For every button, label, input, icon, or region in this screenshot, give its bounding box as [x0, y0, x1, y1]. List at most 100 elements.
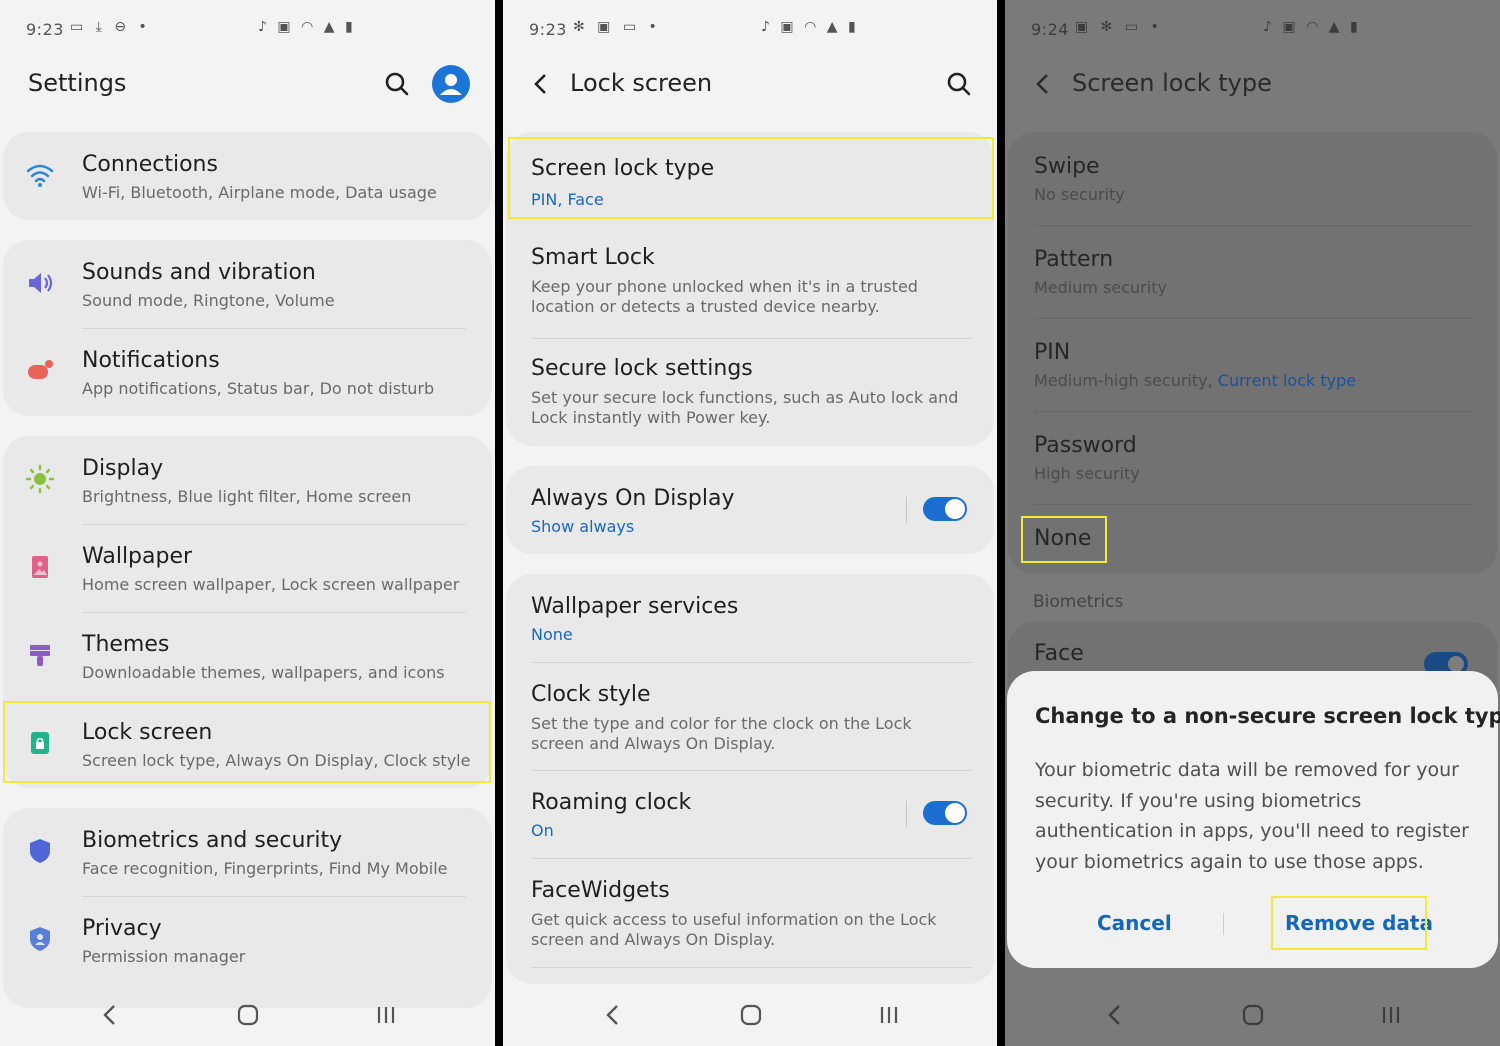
app-bar: Screen lock type	[1005, 60, 1500, 110]
dialog-body: Your biometric data will be removed for …	[1035, 759, 1469, 873]
highlight-remove-data	[1271, 896, 1427, 950]
volume-icon	[25, 268, 55, 298]
settings-item-themes[interactable]: Themes Downloadable themes, wallpapers, …	[3, 612, 492, 700]
roaming-clock-toggle[interactable]	[923, 801, 967, 825]
app-bar: Settings	[0, 60, 495, 110]
settings-panel: 9:23 ▭ ⤓ ⊖ • ♪ ▣ ◠ ▲ ▮ Settings Connecti…	[0, 0, 495, 1046]
section-header-biometrics: Biometrics	[1033, 592, 1124, 612]
privacy-shield-icon	[25, 924, 55, 954]
highlight-screen-lock-type	[508, 137, 994, 219]
item-subtitle: Downloadable themes, wallpapers, and ico…	[82, 663, 445, 682]
highlight-lock-screen	[3, 701, 491, 783]
settings-item-display[interactable]: Display Brightness, Blue light filter, H…	[3, 436, 492, 524]
status-bar: 9:24 ▣ ✻ ▭ • ♪ ▣ ◠ ▲ ▮	[1031, 18, 1474, 42]
lock-item-always-on-display[interactable]: Always On Display Show always	[506, 466, 994, 554]
pin-security-level: Medium-high security,	[1034, 371, 1218, 390]
status-time: 9:23	[26, 20, 64, 39]
item-subtitle: Medium-high security, Current lock type	[1034, 371, 1356, 391]
nav-bar	[0, 986, 495, 1046]
item-title: Swipe	[1034, 154, 1100, 179]
cancel-button[interactable]: Cancel	[1097, 911, 1172, 935]
lock-item-secure-lock-settings[interactable]: Secure lock settings Set your secure loc…	[506, 338, 994, 446]
display-icon	[25, 464, 55, 494]
nav-back-icon[interactable]	[98, 1002, 122, 1032]
status-time: 9:23	[529, 20, 567, 39]
item-subtitle: Permission manager	[82, 947, 246, 966]
divider	[906, 497, 907, 523]
item-title: Wallpaper services	[531, 594, 739, 619]
item-subtitle: App notifications, Status bar, Do not di…	[82, 379, 435, 398]
divider	[906, 801, 907, 827]
non-secure-lock-dialog: Change to a non-secure screen lock type?…	[1007, 671, 1500, 968]
status-left-icons: ▣ ✻ ▭ •	[1075, 19, 1163, 35]
item-subtitle: Home screen wallpaper, Lock screen wallp…	[82, 575, 460, 594]
item-title: Secure lock settings	[531, 356, 753, 381]
item-subtitle: Medium security	[1034, 278, 1167, 297]
settings-item-notifications[interactable]: Notifications App notifications, Status …	[3, 328, 492, 416]
status-left-icons: ✻ ▣ ▭ •	[573, 19, 661, 35]
lock-item-wallpaper-services[interactable]: Wallpaper services None	[506, 574, 994, 662]
nav-home-icon[interactable]	[739, 1002, 763, 1032]
item-subtitle: Get quick access to useful information o…	[531, 910, 937, 949]
item-title: Wallpaper	[82, 544, 193, 569]
settings-item-connections[interactable]: Connections Wi-Fi, Bluetooth, Airplane m…	[3, 132, 492, 220]
item-title: Display	[82, 456, 164, 481]
item-title: Password	[1034, 433, 1137, 458]
nav-back-icon[interactable]	[1103, 1002, 1127, 1032]
item-subtitle: Sound mode, Ringtone, Volume	[82, 291, 335, 310]
nav-recents-icon[interactable]	[1379, 1002, 1403, 1032]
item-title: Face	[1034, 641, 1084, 666]
biometrics-card: Biometrics and security Face recognition…	[3, 808, 492, 1008]
nav-back-icon[interactable]	[601, 1002, 625, 1032]
aod-card: Always On Display Show always	[506, 466, 994, 554]
lock-type-pattern[interactable]: Pattern Medium security	[1008, 225, 1497, 318]
lock-type-swipe[interactable]: Swipe No security	[1008, 132, 1497, 225]
lock-type-password[interactable]: Password High security	[1008, 411, 1497, 504]
lock-types-card: Swipe No security Pattern Medium securit…	[1008, 132, 1497, 574]
nav-home-icon[interactable]	[236, 1002, 260, 1032]
item-title: Sounds and vibration	[82, 260, 316, 285]
item-subtitle: Keep your phone unlocked when it's in a …	[531, 277, 918, 316]
status-bar: 9:23 ▭ ⤓ ⊖ • ♪ ▣ ◠ ▲ ▮	[26, 18, 469, 42]
aod-toggle[interactable]	[923, 497, 967, 521]
connections-card: Connections Wi-Fi, Bluetooth, Airplane m…	[3, 132, 492, 220]
avatar[interactable]	[432, 65, 470, 103]
nav-home-icon[interactable]	[1241, 1002, 1265, 1032]
wifi-icon	[25, 160, 55, 190]
wallpaper-icon	[25, 552, 55, 582]
item-subtitle: Face recognition, Fingerprints, Find My …	[82, 859, 448, 878]
search-icon[interactable]	[383, 70, 411, 98]
settings-item-privacy[interactable]: Privacy Permission manager	[3, 896, 492, 984]
lock-item-clock-style[interactable]: Clock style Set the type and color for t…	[506, 662, 994, 770]
item-title: Smart Lock	[531, 245, 655, 270]
back-icon[interactable]	[527, 70, 555, 98]
status-right-icons: ♪ ▣ ◠ ▲ ▮	[1263, 19, 1361, 35]
item-subtitle: High security	[1034, 464, 1140, 483]
settings-item-wallpaper[interactable]: Wallpaper Home screen wallpaper, Lock sc…	[3, 524, 492, 612]
lock-screen-panel: 9:23 ✻ ▣ ▭ • ♪ ▣ ◠ ▲ ▮ Lock screen Scree…	[503, 0, 997, 1046]
status-time: 9:24	[1031, 20, 1069, 39]
page-title: Settings	[28, 69, 127, 97]
nav-recents-icon[interactable]	[374, 1002, 398, 1032]
settings-item-sounds[interactable]: Sounds and vibration Sound mode, Rington…	[3, 240, 492, 328]
status-bar: 9:23 ✻ ▣ ▭ • ♪ ▣ ◠ ▲ ▮	[529, 18, 971, 42]
item-subtitle: No security	[1034, 185, 1125, 204]
item-title: Pattern	[1034, 247, 1114, 272]
lock-item-smart-lock[interactable]: Smart Lock Keep your phone unlocked when…	[506, 227, 994, 337]
lock-type-pin[interactable]: PIN Medium-high security, Current lock t…	[1008, 318, 1497, 411]
settings-item-biometrics[interactable]: Biometrics and security Face recognition…	[3, 808, 492, 896]
lock-item-facewidgets[interactable]: FaceWidgets Get quick access to useful i…	[506, 858, 994, 966]
item-title: Clock style	[531, 682, 651, 707]
shield-icon	[25, 836, 55, 866]
item-title: PIN	[1034, 340, 1071, 365]
nav-recents-icon[interactable]	[877, 1002, 901, 1032]
item-subtitle: Set the type and color for the clock on …	[531, 714, 912, 753]
back-icon[interactable]	[1029, 70, 1057, 98]
search-icon[interactable]	[945, 70, 973, 98]
item-subtitle: Wi-Fi, Bluetooth, Airplane mode, Data us…	[82, 183, 437, 202]
divider	[1223, 913, 1224, 935]
lock-item-roaming-clock[interactable]: Roaming clock On	[506, 770, 994, 858]
page-title: Screen lock type	[1072, 69, 1272, 97]
screen-lock-type-panel: 9:24 ▣ ✻ ▭ • ♪ ▣ ◠ ▲ ▮ Screen lock type …	[1005, 0, 1500, 1046]
status-right-icons: ♪ ▣ ◠ ▲ ▮	[258, 19, 356, 35]
